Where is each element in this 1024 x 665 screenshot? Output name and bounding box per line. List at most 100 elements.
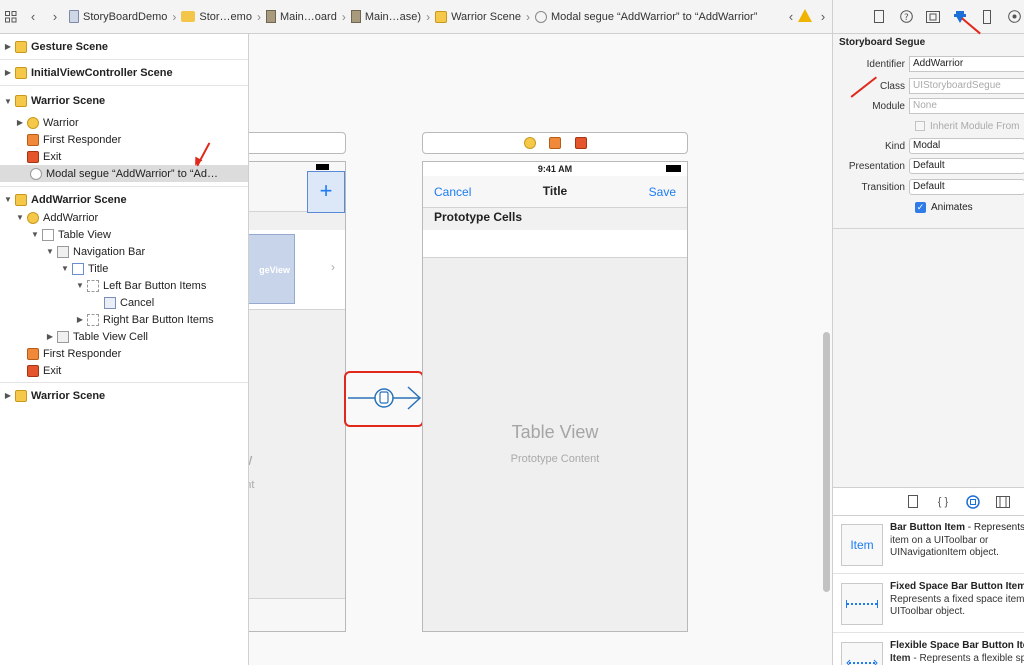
media-library-icon[interactable] [995, 494, 1011, 510]
library-item-title: Fixed Space Bar Button Item [890, 581, 1024, 592]
outline-item-right-bar-items[interactable]: ▶ Right Bar Button Items [0, 311, 248, 328]
outline-item-first-responder-2[interactable]: First Responder [0, 345, 248, 362]
kind-select[interactable]: Modal [909, 138, 1024, 154]
breadcrumb-separator-icon: › [341, 9, 346, 24]
breadcrumb-scene[interactable]: Warrior Scene [432, 0, 524, 33]
add-bar-button[interactable]: + [307, 171, 345, 213]
save-button[interactable]: Save [649, 185, 676, 199]
view-controller-icon [27, 116, 39, 129]
disclosure-down-icon[interactable]: ▼ [45, 247, 55, 256]
bar-button-items-icon [87, 313, 99, 326]
file-template-icon[interactable] [905, 494, 921, 510]
library-item-fixed-space[interactable]: Fixed Space Bar Button Item Represents a… [833, 575, 1024, 633]
outline-item-exit[interactable]: Exit [0, 148, 248, 165]
breadcrumb-segue[interactable]: Modal segue “AddWarrior” to “AddWarrior” [532, 0, 760, 33]
outline-item-exit-2[interactable]: Exit [0, 362, 248, 379]
library-tabs: { } [833, 488, 1024, 516]
scene-dock-warrior[interactable] [249, 132, 346, 154]
connections-inspector-icon[interactable] [1006, 9, 1022, 25]
disclosure-down-icon[interactable]: ▼ [30, 230, 40, 239]
outline-item-first-responder[interactable]: First Responder [0, 131, 248, 148]
outline-scene-warrior[interactable]: ▼ Warrior Scene [0, 88, 248, 114]
inherit-module-checkbox[interactable] [915, 121, 925, 131]
disclosure-down-icon[interactable]: ▼ [15, 213, 25, 222]
outline-item-segue[interactable]: Modal segue “AddWarrior” to “Ad… [0, 165, 248, 182]
animates-checkbox[interactable]: ✓ [915, 201, 926, 213]
exit-icon [27, 150, 39, 163]
class-field[interactable]: UIStoryboardSegue [909, 78, 1024, 94]
disclosure-right-icon[interactable]: ▶ [3, 42, 13, 51]
outline-item-navigation-bar[interactable]: ▼ Navigation Bar [0, 243, 248, 260]
identifier-field[interactable]: AddWarrior [909, 56, 1024, 72]
disclosure-right-icon[interactable]: ▶ [3, 68, 13, 77]
disclosure-down-icon[interactable]: ▼ [60, 264, 70, 273]
warning-icon[interactable] [798, 9, 812, 22]
outline-scene-warrior-2[interactable]: ▶ Warrior Scene [0, 382, 248, 408]
identity-inspector-icon[interactable] [925, 9, 941, 25]
status-time: 9:41 AM [537, 164, 573, 174]
outline-item-addwarrior[interactable]: ▼ AddWarrior [0, 209, 248, 226]
first-responder-icon[interactable] [549, 137, 561, 149]
nav-title[interactable]: Title [423, 184, 687, 198]
library-item-desc: UIToolbar object. [890, 606, 966, 617]
disclosure-down-icon[interactable]: ▼ [3, 195, 13, 204]
breadcrumb-storyboard[interactable]: Main…oard [263, 0, 340, 33]
storyboard-canvas[interactable]: + geView › w ntent 9:41 AM Cancel [249, 34, 832, 665]
transition-label: Transition [861, 181, 905, 193]
scene-dock-addwarrior[interactable] [422, 132, 688, 154]
library-item-flexible-space[interactable]: Flexible Space Bar Button Item Item - Re… [833, 634, 1024, 665]
kind-row: Kind Modal [833, 138, 1024, 154]
storyboard-icon [265, 10, 276, 23]
outline-item-warrior[interactable]: ▶ Warrior [0, 114, 248, 131]
size-inspector-icon[interactable] [979, 9, 995, 25]
transition-select[interactable]: Default [909, 179, 1024, 195]
back-chevron-icon[interactable]: ‹ [22, 0, 44, 33]
library-item-bar-button[interactable]: Item Bar Button Item - Represents an ite… [833, 516, 1024, 574]
animates-label: Animates [931, 201, 973, 213]
related-items-icon[interactable] [0, 0, 22, 33]
view-controller-icon[interactable] [524, 137, 536, 149]
outline-item-left-bar-items[interactable]: ▼ Left Bar Button Items [0, 277, 248, 294]
disclosure-right-icon[interactable]: ▶ [45, 332, 55, 341]
xcode-window: ‹ › StoryBoardDemo › Stor…emo › Main…oar… [0, 0, 1024, 665]
inspector-section-title: Storyboard Segue [839, 37, 926, 48]
outline-item-cancel[interactable]: Cancel [0, 294, 248, 311]
file-inspector-icon[interactable] [871, 9, 887, 25]
disclosure-right-icon[interactable]: ▶ [75, 315, 85, 324]
quick-help-icon[interactable]: ? [898, 9, 914, 25]
navigation-bar[interactable]: Cancel Title Save [423, 176, 687, 208]
disclosure-down-icon[interactable]: ▼ [75, 281, 85, 290]
addwarrior-scene-view[interactable]: 9:41 AM Cancel Title Save Prototype Cell… [422, 161, 688, 632]
warrior-scene-view[interactable]: + geView › w ntent [249, 161, 346, 632]
code-snippet-icon[interactable]: { } [935, 494, 951, 510]
disclosure-down-icon[interactable]: ▼ [3, 97, 13, 106]
module-field[interactable]: None [909, 98, 1024, 114]
page-view-thumbnail: geView [249, 234, 295, 304]
breadcrumb-storyboard-base[interactable]: Main…ase) [348, 0, 424, 33]
kind-label: Kind [884, 140, 905, 152]
canvas-vertical-scrollbar[interactable] [823, 332, 830, 592]
breadcrumb-folder[interactable]: Stor…emo [178, 0, 255, 33]
outline-scene-gesture[interactable]: ▶ Gesture Scene [0, 34, 248, 60]
outline-item-table-view[interactable]: ▼ Table View [0, 226, 248, 243]
first-responder-icon [27, 133, 39, 146]
exit-icon[interactable] [575, 137, 587, 149]
table-view-placeholder: Table View [511, 422, 599, 442]
identifier-label: Identifier [866, 58, 905, 70]
outline-scene-initial[interactable]: ▶ InitialViewController Scene [0, 60, 248, 86]
prototype-cell[interactable] [423, 230, 687, 258]
outline-item-table-view-cell[interactable]: ▶ Table View Cell [0, 328, 248, 345]
breadcrumb-project[interactable]: StoryBoardDemo [66, 0, 170, 33]
forward-chevron-icon[interactable]: › [44, 0, 66, 33]
object-library-icon[interactable] [965, 494, 981, 510]
library-item-desc: item on a UIToolbar or [890, 535, 989, 546]
class-label: Class [879, 80, 905, 92]
first-responder-icon [27, 347, 39, 360]
left-tab-bar [249, 598, 345, 631]
disclosure-right-icon[interactable]: ▶ [15, 118, 25, 127]
issue-forward-chevron-icon[interactable]: › [812, 0, 832, 33]
view-controller-icon [27, 211, 39, 224]
disclosure-right-icon[interactable]: ▶ [3, 391, 13, 400]
presentation-select[interactable]: Default [909, 158, 1024, 174]
outline-item-title[interactable]: ▼ Title [0, 260, 248, 277]
